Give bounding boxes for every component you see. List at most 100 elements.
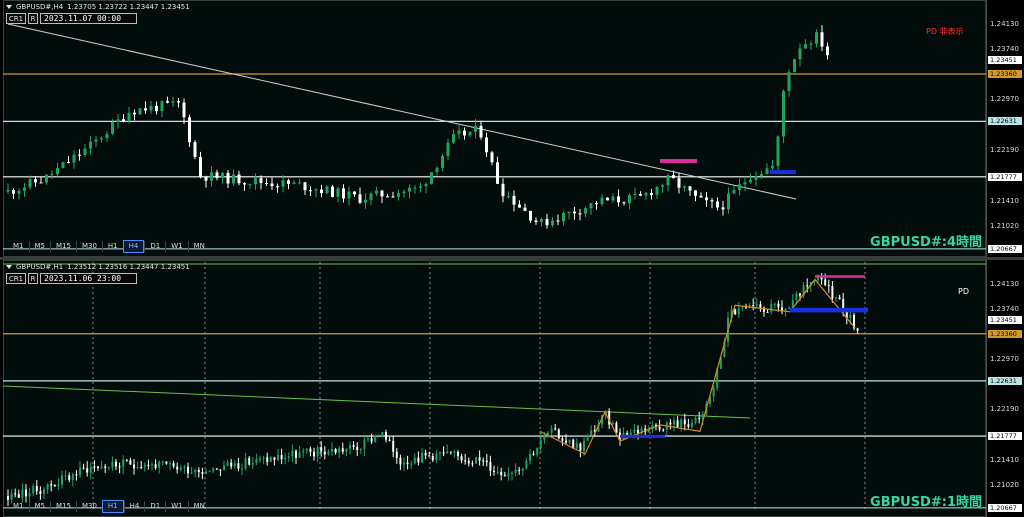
bear-candle xyxy=(617,196,620,203)
trend-line xyxy=(2,385,751,419)
bull-candle xyxy=(453,451,456,453)
tf-m1[interactable]: M1 xyxy=(8,241,29,252)
pd-status-note: PD 非表示 xyxy=(926,27,964,36)
bear-candle xyxy=(125,459,128,461)
bear-candle xyxy=(752,305,755,307)
bull-candle xyxy=(105,133,109,139)
bull-candle xyxy=(6,190,10,192)
datetime-input[interactable]: 2023.11.07 00:00 xyxy=(40,13,137,24)
bull-candle xyxy=(683,186,686,188)
bear-candle xyxy=(39,182,43,184)
price-tick: 1.24130 xyxy=(990,20,1019,28)
bull-candle xyxy=(540,219,543,222)
cr1-button[interactable]: CR1 xyxy=(6,273,26,284)
dropdown-icon[interactable] xyxy=(6,5,12,9)
tf-m15[interactable]: M15 xyxy=(50,241,76,252)
bull-candle xyxy=(435,167,439,173)
bull-candle xyxy=(410,463,413,465)
bull-candle xyxy=(298,182,301,184)
bear-candle xyxy=(529,210,532,221)
bull-candle xyxy=(89,141,92,149)
tf-h1[interactable]: H1 xyxy=(101,241,123,252)
bull-candle xyxy=(661,185,664,187)
price-tick: 1.21020 xyxy=(990,481,1019,489)
bull-candle xyxy=(788,308,791,310)
price-tick: 1.22970 xyxy=(990,354,1019,363)
bull-candle xyxy=(262,457,265,459)
bear-candle xyxy=(197,469,200,473)
bull-candle xyxy=(521,468,524,471)
support-marker xyxy=(770,170,796,175)
bear-candle xyxy=(309,448,312,452)
bear-candle xyxy=(471,463,474,465)
bull-candle xyxy=(269,457,272,462)
tf-w1[interactable]: W1 xyxy=(165,501,187,512)
bear-candle xyxy=(683,419,686,425)
tf-w1[interactable]: W1 xyxy=(165,241,187,252)
bear-candle xyxy=(334,448,337,453)
support-marker-small xyxy=(620,434,665,438)
bull-candle xyxy=(375,190,378,194)
tf-mn[interactable]: MN xyxy=(187,501,210,512)
bear-candle xyxy=(428,455,431,457)
bull-candle xyxy=(795,293,798,300)
bull-candle xyxy=(210,172,213,181)
dropdown-icon[interactable] xyxy=(6,265,12,269)
bull-candle xyxy=(183,466,186,468)
bear-candle xyxy=(512,195,516,205)
datetime-input[interactable]: 2023.11.06 23:00 xyxy=(40,273,137,284)
bear-candle xyxy=(399,457,402,465)
bull-candle xyxy=(338,448,341,453)
tf-d1[interactable]: D1 xyxy=(144,501,165,512)
bear-candle xyxy=(97,466,99,469)
bear-candle xyxy=(259,178,263,183)
bear-candle xyxy=(545,219,549,226)
bear-candle xyxy=(352,445,355,447)
h1-timeframe-label: GBPUSD#:1時間 xyxy=(870,495,982,510)
h1-chart-pane[interactable]: GBPUSD#,H1 1.23512 1.23516 1.23447 1.234… xyxy=(0,260,1024,517)
reset-button[interactable]: R xyxy=(28,273,38,284)
bear-candle xyxy=(176,466,179,470)
h1-chart-canvas[interactable] xyxy=(0,260,1024,517)
bear-candle xyxy=(554,428,557,430)
bear-candle xyxy=(270,183,274,187)
bear-candle xyxy=(155,105,158,112)
tf-m15[interactable]: M15 xyxy=(50,501,76,512)
tf-m30[interactable]: M30 xyxy=(75,241,102,252)
bull-candle xyxy=(381,431,384,436)
bull-candle xyxy=(287,456,290,458)
tf-m5[interactable]: M5 xyxy=(28,241,51,252)
bull-candle xyxy=(551,220,554,226)
tf-h4[interactable]: H4 xyxy=(122,240,145,253)
bull-candle xyxy=(314,189,318,191)
reset-button[interactable]: R xyxy=(28,13,38,24)
h4-chart-canvas[interactable] xyxy=(0,0,1024,257)
bear-candle xyxy=(386,196,389,198)
tf-mn[interactable]: MN xyxy=(187,241,210,252)
tf-h4[interactable]: H4 xyxy=(123,501,145,512)
bear-candle xyxy=(219,469,222,471)
tf-d1[interactable]: D1 xyxy=(144,241,165,252)
bear-candle xyxy=(82,467,85,469)
bull-candle xyxy=(57,484,60,487)
bear-candle xyxy=(820,32,824,47)
tf-h1[interactable]: H1 xyxy=(101,500,124,513)
bear-candle xyxy=(118,466,121,468)
bear-candle xyxy=(565,440,567,443)
bear-candle xyxy=(479,125,483,138)
tf-m1[interactable]: M1 xyxy=(8,501,29,512)
cr1-button[interactable]: CR1 xyxy=(6,13,26,24)
bear-candle xyxy=(104,466,107,468)
bull-candle xyxy=(244,458,247,469)
h4-chart-pane[interactable]: GBPUSD#,H4 1.23705 1.23722 1.23447 1.234… xyxy=(0,0,1024,257)
bull-candle xyxy=(223,465,225,470)
bull-candle xyxy=(208,471,211,473)
bear-candle xyxy=(75,474,78,476)
bear-candle xyxy=(518,204,521,208)
bear-candle xyxy=(639,193,642,196)
bull-candle xyxy=(116,119,120,123)
bull-candle xyxy=(298,452,301,458)
tf-m30[interactable]: M30 xyxy=(75,501,102,512)
bear-candle xyxy=(561,438,564,441)
tf-m5[interactable]: M5 xyxy=(28,501,51,512)
